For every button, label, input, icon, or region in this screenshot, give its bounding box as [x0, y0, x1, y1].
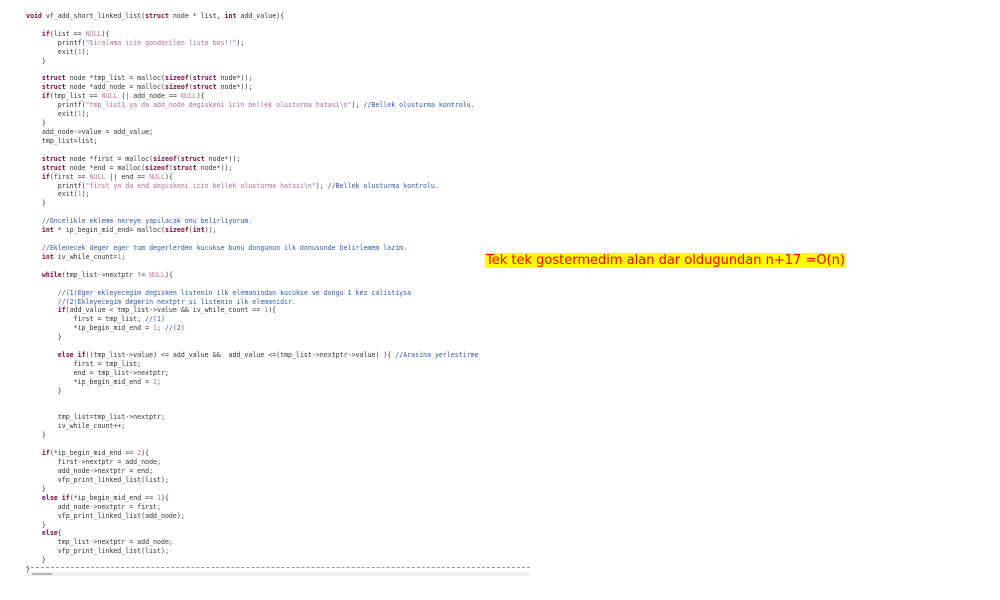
code-line: vfp_print_linked_list(list);: [26, 547, 169, 556]
code-line: struct node *first = malloc(sizeof(struc…: [41, 154, 241, 163]
code-line: end = tmp_list->nextptr;: [26, 368, 169, 377]
code-line: }: [26, 556, 46, 565]
code-line: first->nextptr = add_node;: [26, 458, 161, 467]
code-line: exit(1);: [26, 110, 90, 119]
code-line: if(list == NULL){: [41, 29, 110, 38]
code-line: }: [26, 520, 46, 529]
code-line: struct node *end = malloc(sizeof(struct …: [41, 163, 233, 172]
code-line: if(first == NULL || end == NULL){: [41, 172, 173, 181]
code-line: //(1)Eger ekleyecegim degisken listenin …: [57, 288, 412, 297]
code-line: first = tmp_list; //(1): [26, 315, 165, 324]
code-editor[interactable]: void vf_add_short_linked_list(struct nod…: [26, 12, 530, 574]
code-line: }: [26, 333, 62, 342]
code-line: }: [26, 199, 46, 208]
code-line: struct node *add_node = malloc(sizeof(st…: [41, 83, 253, 92]
code-line: first = tmp_list;: [26, 359, 142, 368]
code-line: int * ip_begin_mid_end= malloc(sizeof(in…: [41, 226, 217, 235]
code-text: void vf_add_short_linked_list(struct nod…: [26, 12, 530, 574]
code-line: if(tmp_list == NULL || add_node == NULL)…: [41, 92, 205, 101]
code-line: else if(*ip_begin_mid_end == 1){: [41, 493, 169, 502]
code-line: if(*ip_begin_mid_end == 2){: [41, 449, 150, 458]
code-line: }: [26, 119, 46, 128]
code-line: while(tmp_list->nextptr != NULL){: [41, 270, 173, 279]
code-line: add_node->nextptr = first;: [26, 502, 161, 511]
code-line: tmp_list->nextptr = add_node;: [26, 538, 173, 547]
code-line: //(2)Ekleyecegim degerin nextptr si list…: [57, 297, 296, 306]
code-line: void vf_add_short_linked_list(struct nod…: [26, 12, 285, 20]
code-line: exit(1);: [26, 47, 90, 56]
code-line: if(add_value < tmp_list->value && iv_whi…: [57, 306, 277, 315]
scroll-thumb[interactable]: [32, 573, 52, 575]
code-line: }: [26, 431, 46, 440]
code-line: vfp_print_linked_list(list);: [26, 475, 169, 484]
code-line: iv_while_count++;: [26, 422, 126, 431]
annotation-note: Tek tek gostermedim alan dar oldugundan …: [485, 253, 846, 268]
code-line: }: [26, 386, 62, 395]
code-line: printf("first ya da end degiskeni icin b…: [26, 181, 439, 190]
code-line: add_node->nextptr = end;: [26, 467, 154, 476]
page-break-line: [26, 567, 530, 568]
code-line: printf("tmp_list1 ya da add_node degiske…: [26, 101, 475, 110]
code-line: *ip_begin_mid_end = 2;: [26, 377, 162, 386]
code-line: exit(1);: [26, 190, 90, 199]
code-line: vfp_print_linked_list(add_node);: [26, 511, 185, 520]
code-line: }: [26, 56, 46, 65]
code-line: //Oncelikle ekleme nereye yapilacak onu …: [41, 217, 253, 226]
code-line: tmp_list=list;: [26, 136, 98, 145]
code-line: struct node *tmp_list = malloc(sizeof(st…: [41, 74, 253, 83]
code-line: int iv_while_count=1;: [41, 252, 126, 261]
horizontal-scrollbar[interactable]: [26, 572, 530, 576]
code-line: *ip_begin_mid_end = 1; //(2): [26, 324, 185, 333]
code-line: //Eklenecek deger eger tum degerlerden k…: [41, 243, 408, 252]
code-line: tmp_list=tmp_list->nextptr;: [26, 413, 165, 422]
code-line: else{: [41, 529, 62, 538]
code-line: add_node->value = add_value;: [26, 127, 154, 136]
code-line: else if((tmp_list->value) <= add_value &…: [57, 351, 479, 360]
code-line: printf("Siralama icin gonderilen liste b…: [26, 38, 245, 47]
code-line: }: [26, 484, 46, 493]
